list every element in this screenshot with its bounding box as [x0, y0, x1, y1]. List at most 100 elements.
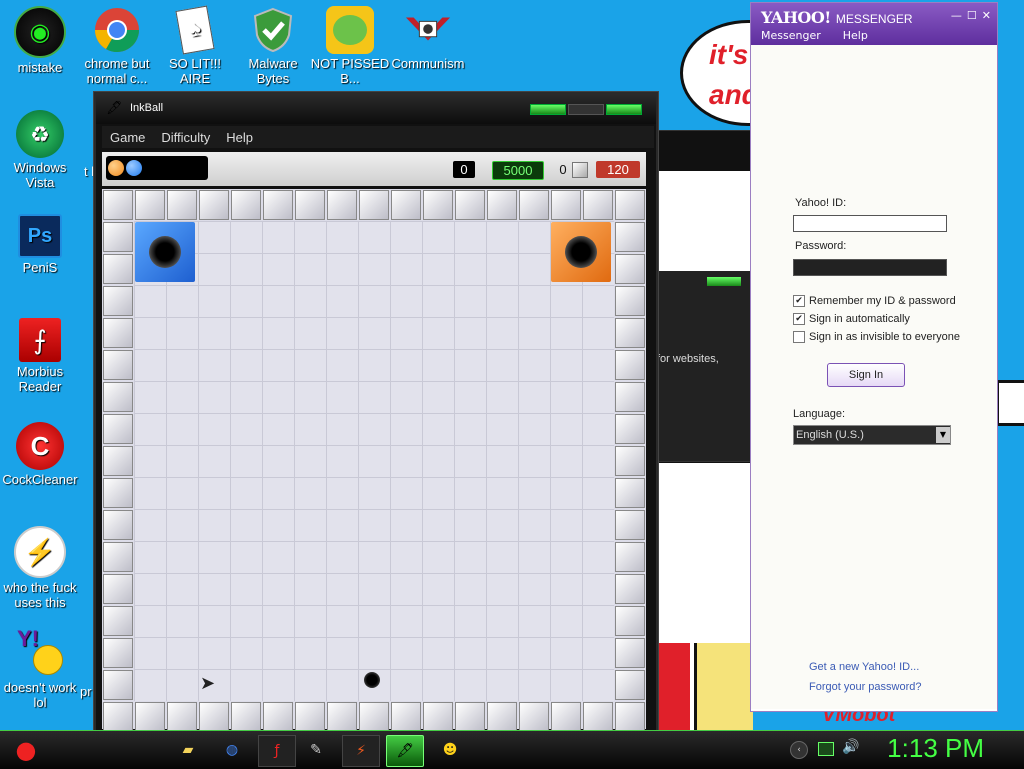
wall-tile — [263, 190, 293, 220]
minimize-icon[interactable]: — — [951, 9, 962, 22]
wall-tile — [103, 222, 133, 252]
checkbox-checked-icon[interactable]: ✔ — [793, 295, 805, 307]
taskbar-winamp[interactable]: ⚡ — [342, 735, 380, 767]
wall-tile — [615, 702, 645, 732]
taskbar-clock[interactable]: 1:13 PM — [887, 733, 984, 764]
checkbox-unchecked-icon[interactable] — [793, 331, 805, 343]
desktop-icon-photoshop[interactable]: Ps PeniS — [0, 214, 80, 275]
desktop-icon-label: Windows Vista — [13, 160, 67, 190]
yahoo-id-field[interactable] — [793, 215, 947, 232]
pen-icon: ✎ — [310, 742, 322, 758]
desktop-icon-label: NOT PISSED B... — [310, 56, 390, 86]
taskbar-flash[interactable]: ƒ — [258, 735, 296, 767]
language-value: English (U.S.) — [796, 429, 864, 441]
password-field[interactable] — [793, 259, 947, 276]
wall-tile — [295, 702, 325, 732]
yahoo-id-label: Yahoo! ID: — [795, 197, 847, 209]
photoshop-icon: Ps — [18, 214, 62, 258]
close-icon[interactable]: ✕ — [982, 9, 991, 22]
wall-tile — [615, 190, 645, 220]
wall-tile — [103, 190, 133, 220]
yahoo-smiley-icon: Y! — [16, 628, 64, 678]
desktop-icon-malwarebytes[interactable]: Malware Bytes — [233, 6, 313, 86]
wall-tile — [615, 286, 645, 316]
forgot-password-link[interactable]: Forgot your password? — [809, 681, 922, 693]
bg-window-text: for websites, — [657, 353, 719, 365]
wall-tile — [103, 446, 133, 476]
checkbox-label: Sign in automatically — [809, 313, 910, 325]
chrome-icon: ◍ — [225, 742, 239, 758]
taskbar: ● ▰ ◍ ƒ ✎ ⚡ 🖋 ☻ ‹ 🔊 1:13 PM — [0, 730, 1024, 769]
wall-tile — [231, 702, 261, 732]
wall-tile — [327, 702, 357, 732]
taskbar-pen[interactable]: ✎ — [298, 735, 334, 765]
taskbar-chrome[interactable]: ◍ — [214, 735, 250, 765]
network-icon[interactable] — [818, 742, 834, 756]
menu-game[interactable]: Game — [110, 130, 145, 145]
wall-tile — [103, 254, 133, 284]
desktop-icon-windows-vista[interactable]: ♻ Windows Vista — [0, 110, 80, 190]
wall-tile — [103, 606, 133, 636]
desktop-icon-yahoo[interactable]: Y! doesn't work lol — [0, 628, 80, 711]
ball-spawn-point — [364, 672, 380, 688]
sign-in-button[interactable]: Sign In — [827, 363, 905, 387]
desktop-icon-ccleaner[interactable]: C CockCleaner — [0, 422, 80, 487]
inkball-icon: 🖋 — [396, 743, 414, 759]
background-window[interactable]: for websites, — [650, 130, 752, 462]
get-new-id-link[interactable]: Get a new Yahoo! ID... — [809, 661, 919, 673]
maximize-icon[interactable]: ☐ — [967, 9, 977, 22]
checkbox-label: Remember my ID & password — [809, 295, 956, 307]
yahoo-titlebar[interactable]: YAHOO! MESSENGER — ☐ ✕ Messenger Help — [751, 3, 997, 45]
angry-bird-icon: ● — [15, 736, 37, 764]
desktop-icon-angry-birds[interactable]: NOT PISSED B... — [310, 6, 390, 86]
tile-icon — [572, 162, 588, 178]
wall-tile — [103, 574, 133, 604]
inkball-window[interactable]: 🖋 InkBall Game Difficulty Help 0 5000 0 … — [94, 92, 658, 736]
inkball-titlebar[interactable]: 🖋 InkBall — [96, 94, 656, 124]
wall-tile — [359, 190, 389, 220]
menu-difficulty[interactable]: Difficulty — [161, 130, 210, 145]
wall-tile — [615, 606, 645, 636]
queued-orange-ball — [108, 160, 124, 176]
chevron-down-icon[interactable]: ▼ — [936, 427, 950, 443]
wall-tile — [263, 702, 293, 732]
desktop-icon-communism[interactable]: Communism — [388, 6, 468, 71]
menu-help[interactable]: Help — [843, 29, 868, 42]
minimize-button[interactable] — [530, 104, 566, 115]
start-button[interactable]: ● — [4, 735, 48, 765]
window-controls: — ☐ ✕ — [951, 9, 991, 22]
close-button[interactable] — [606, 104, 642, 115]
folder-icon: ▰ — [182, 742, 194, 758]
inkball-status-bar: 0 5000 0 120 — [102, 152, 646, 186]
invisible-checkbox[interactable]: Sign in as invisible to everyone — [793, 331, 960, 343]
cartoon-edge — [996, 380, 1024, 426]
chrome-icon — [93, 6, 141, 54]
inkball-menubar: Game Difficulty Help — [102, 126, 654, 148]
desktop-icon-pdf-reader[interactable]: ⨍ Morbius Reader — [0, 318, 80, 394]
desktop-icon-chrome[interactable]: chrome but normal c... — [77, 6, 157, 86]
desktop-icon-winamp[interactable]: ⚡ who the fuck uses this — [0, 526, 80, 610]
menu-help[interactable]: Help — [226, 130, 253, 145]
board-grid[interactable] — [134, 221, 614, 701]
volume-icon[interactable]: 🔊 — [842, 739, 859, 755]
wall-tile — [103, 286, 133, 316]
checkbox-checked-icon[interactable]: ✔ — [793, 313, 805, 325]
taskbar-explorer[interactable]: ▰ — [170, 735, 206, 765]
language-select[interactable]: English (U.S.) ▼ — [793, 425, 951, 445]
taskbar-yahoo[interactable]: ☻ — [432, 735, 468, 765]
wall-tile — [487, 702, 517, 732]
taskbar-inkball[interactable]: 🖋 — [386, 735, 424, 767]
remember-checkbox[interactable]: ✔ Remember my ID & password — [793, 295, 956, 307]
ccleaner-icon: C — [16, 422, 64, 470]
menu-messenger[interactable]: Messenger — [761, 29, 821, 42]
auto-signin-checkbox[interactable]: ✔ Sign in automatically — [793, 313, 910, 325]
yahoo-messenger-window[interactable]: YAHOO! MESSENGER — ☐ ✕ Messenger Help Ya… — [750, 2, 998, 712]
inkball-board[interactable]: ➤ — [102, 189, 646, 732]
wall-tile — [615, 414, 645, 444]
tray-arrow-icon[interactable]: ‹ — [790, 741, 808, 759]
wall-tile — [615, 222, 645, 252]
desktop-icon-solitaire[interactable]: ♠ SO LIT!!! AIRE — [155, 5, 235, 86]
desktop-icon-mistake[interactable]: ◉ mistake — [0, 6, 80, 75]
maximize-button[interactable] — [568, 104, 604, 115]
balls-count: 0 — [559, 162, 567, 177]
